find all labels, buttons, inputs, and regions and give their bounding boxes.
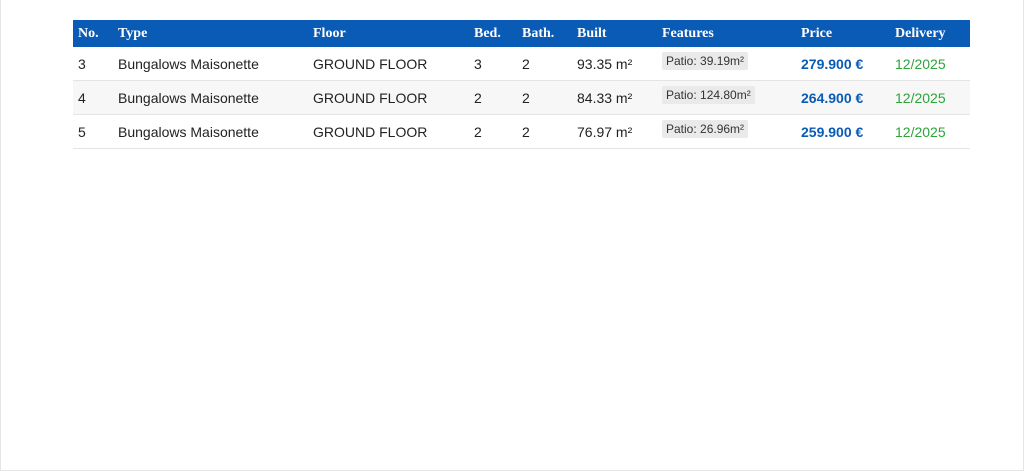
cell-bath: 2 [517,47,572,81]
cell-price: 264.900 € [796,80,890,115]
cell-bath: 2 [517,114,572,149]
units-table: No. Type Floor Bed. Bath. Built Features… [73,20,970,149]
cell-features: Patio: 39.19m² [657,47,796,81]
table-row: 5 Bungalows Maisonette GROUND FLOOR 2 2 … [73,114,970,149]
feature-tag: Patio: 124.80m² [662,85,755,104]
cell-features: Patio: 26.96m² [657,114,796,149]
cell-type: Bungalows Maisonette [113,47,308,81]
cell-delivery: 12/2025 [890,80,970,115]
cell-floor: GROUND FLOOR [308,80,469,115]
cell-type: Bungalows Maisonette [113,114,308,149]
table-row: 4 Bungalows Maisonette GROUND FLOOR 2 2 … [73,80,970,115]
cell-no: 5 [73,114,113,149]
cell-floor: GROUND FLOOR [308,114,469,149]
column-header-bath: Bath. [517,20,572,47]
cell-bath: 2 [517,80,572,115]
table-header-row: No. Type Floor Bed. Bath. Built Features… [73,20,970,47]
feature-tag: Patio: 39.19m² [662,51,749,70]
cell-features: Patio: 124.80m² [657,80,796,115]
column-header-price: Price [796,20,890,47]
cell-bed: 2 [469,80,517,115]
cell-price: 259.900 € [796,114,890,149]
cell-no: 3 [73,47,113,81]
cell-type: Bungalows Maisonette [113,80,308,115]
cell-bed: 3 [469,47,517,81]
feature-tag: Patio: 26.96m² [662,119,749,138]
cell-delivery: 12/2025 [890,47,970,81]
column-header-built: Built [572,20,657,47]
cell-no: 4 [73,80,113,115]
column-header-features: Features [657,20,796,47]
cell-built: 76.97 m² [572,114,657,149]
cell-delivery: 12/2025 [890,114,970,149]
cell-built: 93.35 m² [572,47,657,81]
table-header: No. Type Floor Bed. Bath. Built Features… [73,20,970,47]
cell-floor: GROUND FLOOR [308,47,469,81]
column-header-delivery: Delivery [890,20,970,47]
cell-price: 279.900 € [796,47,890,81]
table-body: 3 Bungalows Maisonette GROUND FLOOR 3 2 … [73,47,970,149]
cell-built: 84.33 m² [572,80,657,115]
column-header-no: No. [73,20,113,47]
column-header-floor: Floor [308,20,469,47]
cell-bed: 2 [469,114,517,149]
column-header-bed: Bed. [469,20,517,47]
column-header-type: Type [113,20,308,47]
table-row: 3 Bungalows Maisonette GROUND FLOOR 3 2 … [73,47,970,81]
